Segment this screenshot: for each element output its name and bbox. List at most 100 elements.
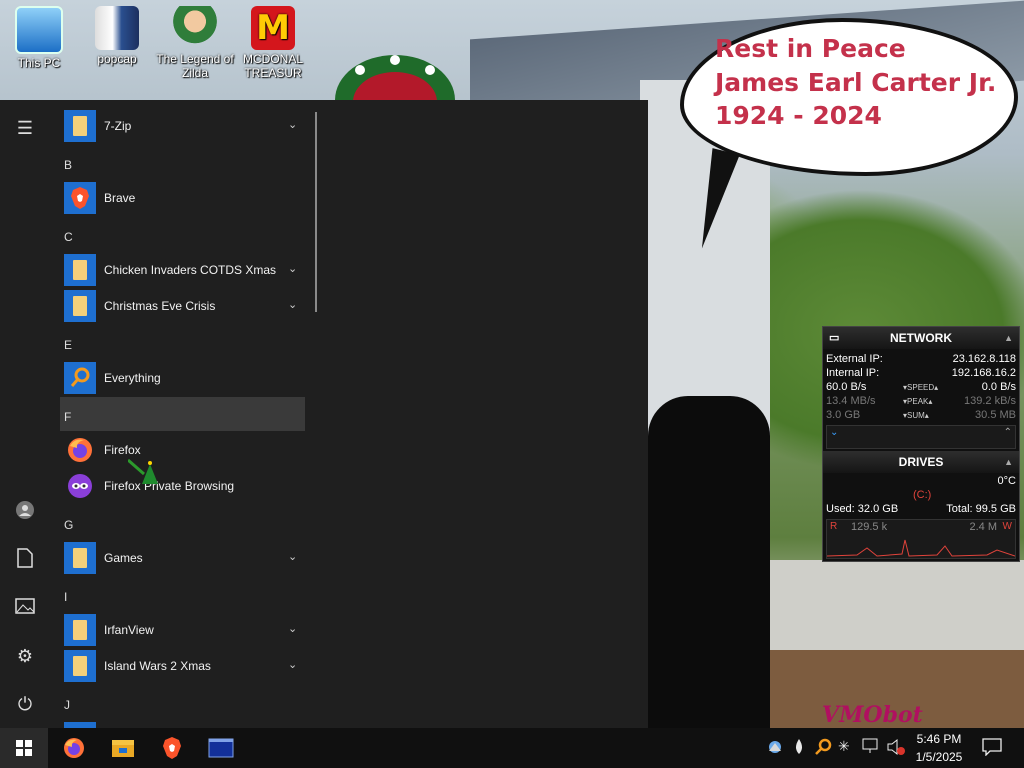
desktop-icon-label: This PC (17, 56, 61, 70)
speed-up-value: 0.0 B/s (981, 381, 1016, 393)
app-item-label: Chicken Invaders COTDS Xmas (104, 263, 277, 277)
firefox-icon (64, 738, 84, 758)
chevron-down-icon[interactable]: ⌄ (288, 550, 297, 563)
taskbar-window-app[interactable] (208, 736, 234, 760)
app-item-island-wars[interactable]: Island Wars 2 Xmas ⌄ (60, 649, 306, 683)
app-item-brave[interactable]: Brave (60, 181, 306, 215)
letter-header-j[interactable]: J (64, 698, 70, 712)
app-list-scrollbar[interactable] (315, 112, 317, 312)
firefox-private-icon (64, 470, 96, 502)
folder-icon (64, 542, 96, 574)
peak-row: 13.4 MB/s ▾PEAK▴ 139.2 kB/s (823, 395, 1019, 409)
settings-icon[interactable]: ⚙ (13, 644, 37, 668)
external-ip-label: External IP: (826, 353, 883, 365)
drive-activity-graph: R 129.5 k 2.4 M W (826, 519, 1016, 559)
network-title: NETWORK (890, 331, 952, 345)
chevron-down-icon[interactable]: ⌄ (288, 658, 297, 671)
brave-icon (163, 737, 181, 759)
sum-up-value: 30.5 MB (975, 409, 1016, 421)
start-button[interactable] (0, 728, 48, 768)
app-item-christmas-eve-crisis[interactable]: Christmas Eve Crisis ⌄ (60, 289, 306, 323)
app-item-firefox-private[interactable]: Firefox Private Browsing (60, 469, 306, 503)
popcap-icon (95, 6, 139, 50)
mcdonald-icon: M (251, 6, 295, 50)
letter-header-f[interactable]: F (64, 410, 71, 424)
collapse-icon[interactable]: ▲ (1004, 327, 1013, 349)
taskbar: ✳ 5:46 PM 1/5/2025 (0, 728, 1024, 768)
app-item-irfanview[interactable]: IrfanView ⌄ (60, 613, 306, 647)
app-item-chicken-invaders[interactable]: Chicken Invaders COTDS Xmas ⌄ (60, 253, 306, 287)
collapse-icon[interactable]: ▲ (1004, 451, 1013, 473)
letter-header-e[interactable]: E (64, 338, 72, 352)
everything-tray-icon[interactable] (814, 738, 832, 759)
chevron-down-icon[interactable]: ⌄ (288, 622, 297, 635)
pictures-icon[interactable] (13, 596, 37, 620)
sum-down-value: 3.0 GB (826, 409, 861, 421)
drive-temp-row: 0°C (823, 475, 1019, 489)
external-ip-value: 23.162.8.118 (952, 353, 1016, 365)
documents-icon[interactable] (13, 548, 37, 572)
user-icon[interactable] (13, 500, 37, 524)
bubble-line-2: James Earl Carter Jr. (715, 68, 997, 97)
droplet-tray-icon[interactable] (792, 738, 806, 759)
desktop-icon-label: MCDONAL TREASUR (242, 52, 303, 80)
network-tray-icon[interactable] (862, 738, 880, 757)
letter-header-i[interactable]: I (64, 590, 67, 604)
taskbar-brave[interactable] (160, 736, 184, 760)
drive-usage-row: Used: 32.0 GB Total: 99.5 GB (823, 503, 1019, 517)
drive-read-rate: 129.5 k (851, 521, 888, 533)
peak-down-value: 13.4 MB/s (826, 395, 876, 407)
letter-header-c[interactable]: C (64, 230, 73, 244)
upload-arrow-icon: ⌃ (1003, 427, 1012, 438)
speed-label-text: SPEED (907, 383, 935, 392)
folder-icon (64, 290, 96, 322)
drive-letter: (C:) (913, 489, 932, 501)
peak-label-text: PEAK (907, 397, 929, 406)
sum-row: 3.0 GB ▾SUM▴ 30.5 MB (823, 409, 1019, 423)
app-item-label: 7-Zip (104, 119, 132, 133)
desktop-icon-mcdonalds[interactable]: M MCDONAL TREASUR (234, 6, 312, 80)
desktop-icon-label: popcap (97, 52, 137, 66)
chevron-down-icon[interactable]: ⌄ (288, 262, 297, 275)
notifications-icon[interactable] (982, 738, 1002, 759)
desktop-icon-legend-of-zilda[interactable]: The Legend of Zilda (156, 6, 234, 80)
firefox-icon (64, 434, 96, 466)
desktop-icon-this-pc[interactable]: This PC (0, 6, 78, 70)
network-graph: ⌄ ⌃ (826, 425, 1016, 449)
letter-header-b[interactable]: B (64, 158, 72, 172)
everything-search-icon (64, 362, 96, 394)
speed-label: ▾SPEED▴ (903, 383, 939, 392)
taskbar-firefox[interactable] (62, 736, 86, 760)
app-item-partial[interactable] (60, 721, 306, 728)
peak-label: ▾PEAK▴ (903, 397, 933, 406)
desktop-icon-popcap[interactable]: popcap (78, 6, 156, 66)
snowflake-tray-icon[interactable]: ✳ (838, 738, 850, 755)
folder-icon (64, 650, 96, 682)
desktop-icon-label: The Legend of Zilda (156, 52, 234, 80)
hamburger-icon[interactable]: ☰ (13, 116, 37, 140)
app-item-label: Island Wars 2 Xmas (104, 659, 211, 673)
chevron-down-icon[interactable]: ⌄ (288, 118, 297, 131)
speed-row: 60.0 B/s ▾SPEED▴ 0.0 B/s (823, 381, 1019, 395)
internal-ip-value: 192.168.16.2 (951, 367, 1016, 379)
app-item-games[interactable]: Games ⌄ (60, 541, 306, 575)
app-item-everything[interactable]: Everything (60, 361, 306, 395)
peak-up-value: 139.2 kB/s (964, 395, 1016, 407)
chevron-down-icon[interactable]: ⌄ (288, 298, 297, 311)
drive-write-rate: 2.4 M (969, 521, 997, 533)
wallpaper-silhouette (648, 396, 770, 728)
taskbar-clock[interactable]: 5:46 PM 1/5/2025 (908, 730, 970, 766)
app-item-label: Christmas Eve Crisis (104, 299, 216, 313)
volume-muted-icon[interactable] (886, 738, 906, 759)
external-ip-row: External IP: 23.162.8.118 (823, 353, 1019, 367)
letter-header-highlight (60, 397, 305, 431)
app-item-firefox[interactable]: Firefox (60, 433, 306, 467)
power-icon[interactable]: ⏻ (13, 692, 37, 716)
weather-tray-icon[interactable] (766, 738, 784, 759)
letter-header-g[interactable]: G (64, 518, 73, 532)
taskbar-file-explorer[interactable] (111, 736, 135, 760)
write-icon: W (1002, 521, 1012, 532)
drive-total: Total: 99.5 GB (946, 503, 1016, 515)
app-item-7zip[interactable]: 7-Zip ⌄ (60, 109, 306, 143)
brave-icon (64, 182, 96, 214)
